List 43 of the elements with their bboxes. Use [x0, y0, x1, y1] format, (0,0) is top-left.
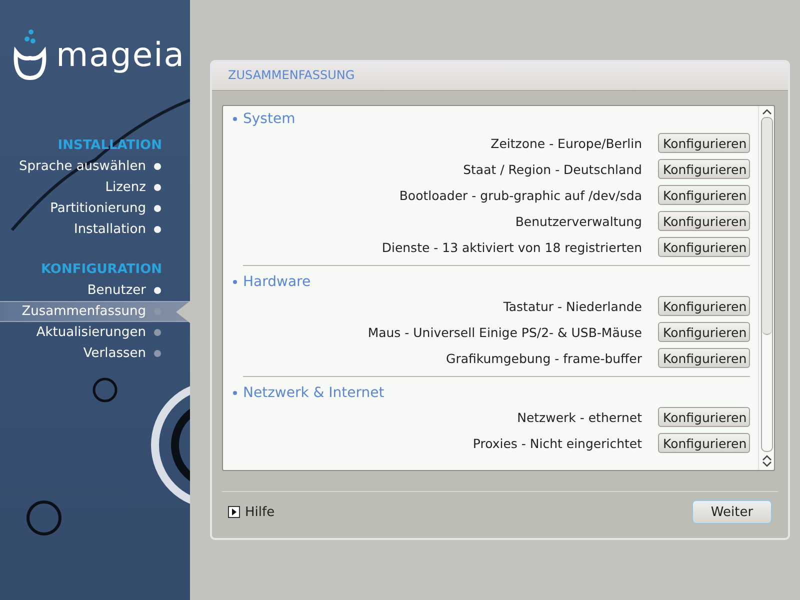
- configure-button[interactable]: Konfigurieren: [658, 433, 750, 453]
- setting-summary: Maus - Universell Einige PS/2- & USB-Mäuse: [368, 324, 642, 340]
- setting-summary: Bootloader - grub-graphic auf /dev/sda: [399, 188, 642, 202]
- setting-summary: Proxies - Nicht eingerichtet: [472, 436, 642, 450]
- setting-summary: Benutzerverwaltung: [515, 214, 642, 228]
- setting-summary: Staat / Region - Deutschland: [463, 162, 642, 176]
- bullet-icon: [233, 280, 237, 284]
- sidebar-step: Installation: [0, 219, 190, 240]
- setting-summary: Zeitzone - Europe/Berlin: [490, 136, 642, 150]
- sidebar-step: Aktualisierungen: [0, 322, 190, 343]
- sidebar-step: Partitionierung: [0, 198, 190, 219]
- sidebar-step: Sprache auswählen: [0, 156, 190, 177]
- sidebar-step: Lizenz: [0, 177, 190, 198]
- help-link[interactable]: Hilfe: [245, 504, 275, 520]
- sidebar-heading: KONFIGURATION: [40, 262, 163, 277]
- scrollbar[interactable]: [758, 106, 774, 470]
- configure-button[interactable]: Konfigurieren: [658, 296, 750, 316]
- configure-button[interactable]: Konfigurieren: [658, 211, 750, 231]
- sidebar-step: Benutzer: [0, 280, 190, 301]
- setting-summary: Grafikumgebung - frame-buffer: [446, 350, 642, 366]
- section-heading: Netzwerk & Internet: [243, 385, 384, 401]
- configure-button[interactable]: Konfigurieren: [658, 133, 750, 153]
- bullet-icon: [233, 117, 237, 121]
- configure-button[interactable]: Konfigurieren: [658, 407, 750, 427]
- logo-text: mageia: [56, 38, 186, 70]
- scroll-up-icon[interactable]: [762, 454, 772, 461]
- section-heading: System: [243, 111, 296, 127]
- configure-button[interactable]: Konfigurieren: [658, 348, 750, 368]
- panel-title: ZUSAMMENFASSUNG: [212, 62, 788, 91]
- section-heading: Hardware: [243, 274, 311, 290]
- configure-button[interactable]: Konfigurieren: [658, 237, 750, 257]
- sidebar-step: Zusammenfassung: [0, 301, 190, 322]
- next-button[interactable]: Weiter: [692, 500, 772, 524]
- setting-summary: Dienste - 13 aktiviert von 18 registrierten: [382, 240, 642, 254]
- configure-button[interactable]: Konfigurieren: [658, 322, 750, 342]
- configure-button[interactable]: Konfigurieren: [658, 159, 750, 179]
- setting-summary: Netzwerk - ethernet: [517, 410, 642, 424]
- setting-summary: Tastatur - Niederlande: [503, 298, 642, 314]
- configure-button[interactable]: Konfigurieren: [658, 185, 750, 205]
- scroll-down-icon[interactable]: [762, 461, 772, 468]
- sidebar-step: Verlassen: [0, 343, 190, 364]
- bullet-icon: [233, 391, 237, 395]
- scroll-up-icon[interactable]: [762, 108, 772, 115]
